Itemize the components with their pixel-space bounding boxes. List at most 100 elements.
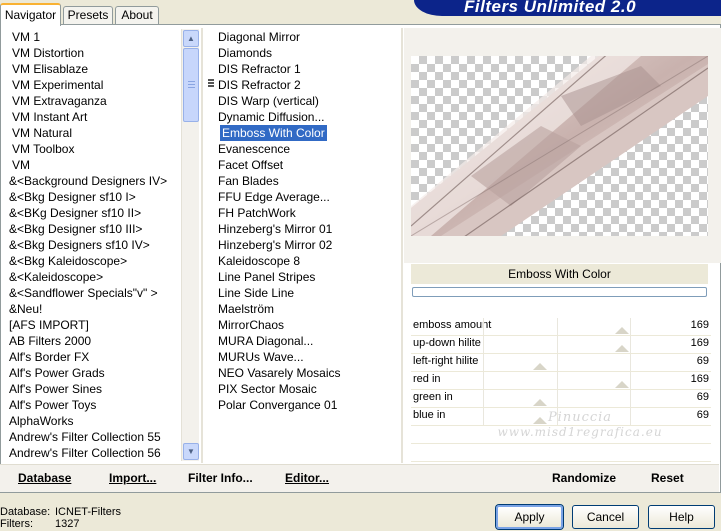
filter-item[interactable]: Fan Blades xyxy=(214,173,400,189)
randomize-button[interactable]: Randomize xyxy=(552,471,616,485)
database-label: Database: xyxy=(0,506,51,518)
filter-item[interactable]: NEO Vasarely Mosaics xyxy=(214,365,400,381)
category-item[interactable]: Alf's Power Sines xyxy=(0,381,180,397)
filter-item[interactable]: Evanescence xyxy=(214,141,400,157)
category-item[interactable]: &<BKg Designer sf10 II> xyxy=(0,205,180,221)
filter-item[interactable]: Dynamic Diffusion... xyxy=(214,109,400,125)
panel-button-row: Database Import... Filter Info... Editor… xyxy=(0,464,719,492)
database-info: Database: ICNET-Filters Filters: 1327 xyxy=(0,506,121,530)
slider-thumb[interactable] xyxy=(615,345,629,352)
database-value: ICNET-Filters xyxy=(55,506,121,518)
filter-item[interactable]: Polar Convergance 01 xyxy=(214,397,400,413)
filter-item[interactable]: MirrorChaos xyxy=(214,317,400,333)
filter-item[interactable]: MURUs Wave... xyxy=(214,349,400,365)
param-slider[interactable] xyxy=(483,336,631,353)
category-item[interactable]: Alf's Power Toys xyxy=(0,397,180,413)
filter-item[interactable]: Diagonal Mirror xyxy=(214,29,400,45)
param-row: red in 169 xyxy=(411,372,711,390)
filter-item[interactable]: Maelström xyxy=(214,301,400,317)
tab-about[interactable]: About xyxy=(115,6,159,25)
import-button[interactable]: Import... xyxy=(109,471,156,485)
param-slider[interactable] xyxy=(483,354,631,371)
category-item[interactable]: &<Bkg Kaleidoscope> xyxy=(0,253,180,269)
category-item[interactable]: [AFS IMPORT] xyxy=(0,317,180,333)
filter-item[interactable]: Facet Offset xyxy=(214,157,400,173)
category-item[interactable]: VM Elisablaze xyxy=(0,61,180,77)
category-item[interactable]: &<Bkg Designer sf10 III> xyxy=(0,221,180,237)
help-button[interactable]: Help xyxy=(648,505,715,529)
category-item[interactable]: Andrew's Filter Collection 56 xyxy=(0,445,180,461)
reset-button[interactable]: Reset xyxy=(651,471,684,485)
slider-thumb[interactable] xyxy=(615,327,629,334)
category-item[interactable]: AlphaWorks xyxy=(0,413,180,429)
param-value: 69 xyxy=(696,355,709,367)
filter-item[interactable]: FFU Edge Average... xyxy=(214,189,400,205)
database-button[interactable]: Database xyxy=(18,471,71,485)
slider-thumb[interactable] xyxy=(533,363,547,370)
filter-item[interactable]: MURA Diagonal... xyxy=(214,333,400,349)
param-value: 69 xyxy=(696,391,709,403)
param-label: left-right hilite xyxy=(413,355,479,367)
slider-thumb[interactable] xyxy=(615,381,629,388)
filter-item[interactable]: Line Side Line xyxy=(214,285,400,301)
param-label: blue in xyxy=(413,409,446,421)
app-title: Filters Unlimited 2.0 xyxy=(464,0,637,16)
param-slider[interactable] xyxy=(483,372,631,389)
editor-button[interactable]: Editor... xyxy=(285,471,329,485)
category-item[interactable]: Alf's Power Grads xyxy=(0,365,180,381)
category-item[interactable]: &<Bkg Designer sf10 I> xyxy=(0,189,180,205)
tab-presets[interactable]: Presets xyxy=(63,6,113,25)
category-item[interactable]: Andrew's Filter Collection 55 xyxy=(0,429,180,445)
category-list[interactable]: VM 1 VM Distortion VM Elisablaze VM Experim… xyxy=(0,29,180,461)
tab-navigator[interactable]: Navigator xyxy=(0,3,61,26)
watermark-line1: Pinuccia xyxy=(547,410,613,425)
filter-item[interactable]: Diamonds xyxy=(214,45,400,61)
filter-item[interactable]: Emboss With Color xyxy=(214,125,400,141)
param-slider[interactable] xyxy=(483,390,631,407)
slider-thumb[interactable] xyxy=(533,399,547,406)
category-item[interactable]: VM Toolbox xyxy=(0,141,180,157)
category-item-current[interactable]: &<BKg Designer sf10 II> xyxy=(9,206,141,220)
selected-filter-title: Emboss With Color xyxy=(411,264,708,284)
filters-count: 1327 xyxy=(55,518,80,530)
filter-item[interactable]: Line Panel Stripes xyxy=(214,269,400,285)
param-row: up-down hilite 169 xyxy=(411,336,711,354)
filter-item[interactable]: Hinzeberg's Mirror 02 xyxy=(214,237,400,253)
scroll-down-arrow-icon[interactable]: ▼ xyxy=(183,443,199,460)
param-slider[interactable] xyxy=(483,318,631,335)
cancel-button[interactable]: Cancel xyxy=(572,505,639,529)
category-item[interactable]: &<Kaleidoscope> xyxy=(0,269,180,285)
category-item[interactable]: &Neu! xyxy=(0,301,180,317)
category-item[interactable]: VM Natural xyxy=(0,125,180,141)
category-item[interactable]: &<Sandflower Specials"v" > xyxy=(0,285,180,301)
apply-button[interactable]: Apply xyxy=(496,505,563,529)
category-item[interactable]: VM Extravaganza xyxy=(0,93,180,109)
category-item[interactable]: &<Bkg Designers sf10 IV> xyxy=(0,237,180,253)
scrollbar-thumb[interactable] xyxy=(183,48,199,122)
param-label: red in xyxy=(413,373,441,385)
filter-item[interactable]: Kaleidoscope 8 xyxy=(214,253,400,269)
scroll-up-arrow-icon[interactable]: ▲ xyxy=(183,30,199,47)
category-item[interactable]: VM Instant Art xyxy=(0,109,180,125)
category-item[interactable]: VM xyxy=(0,157,180,173)
category-scrollbar[interactable]: ▲ ▼ xyxy=(181,29,199,461)
category-item[interactable]: AB Filters 2000 xyxy=(0,333,180,349)
filter-item[interactable]: DIS Refractor 2 xyxy=(214,77,400,93)
filter-list[interactable]: Diagonal Mirror Diamonds DIS Refractor 1 DI… xyxy=(214,29,400,429)
category-item[interactable]: VM Experimental xyxy=(0,77,180,93)
filter-item[interactable]: DIS Refractor 1 xyxy=(214,61,400,77)
filter-item-selected[interactable]: Emboss With Color xyxy=(220,125,327,141)
category-item[interactable]: VM Distortion xyxy=(0,45,180,61)
category-item[interactable]: &<Background Designers IV> xyxy=(0,173,180,189)
filter-item[interactable]: DIS Warp (vertical) xyxy=(214,93,400,109)
filter-item[interactable]: PIX Sector Mosaic xyxy=(214,381,400,397)
param-row: left-right hilite 69 xyxy=(411,354,711,372)
filter-info-button[interactable]: Filter Info... xyxy=(188,471,253,485)
category-item[interactable]: Alf's Border FX xyxy=(0,349,180,365)
filter-item[interactable]: Hinzeberg's Mirror 01 xyxy=(214,221,400,237)
param-value: 169 xyxy=(690,337,709,349)
param-label: up-down hilite xyxy=(413,337,481,349)
filter-item[interactable]: FH PatchWork xyxy=(214,205,400,221)
watermark: Pinuccia www.misd1regrafica.eu xyxy=(485,410,675,439)
category-item[interactable]: VM 1 xyxy=(0,29,180,45)
